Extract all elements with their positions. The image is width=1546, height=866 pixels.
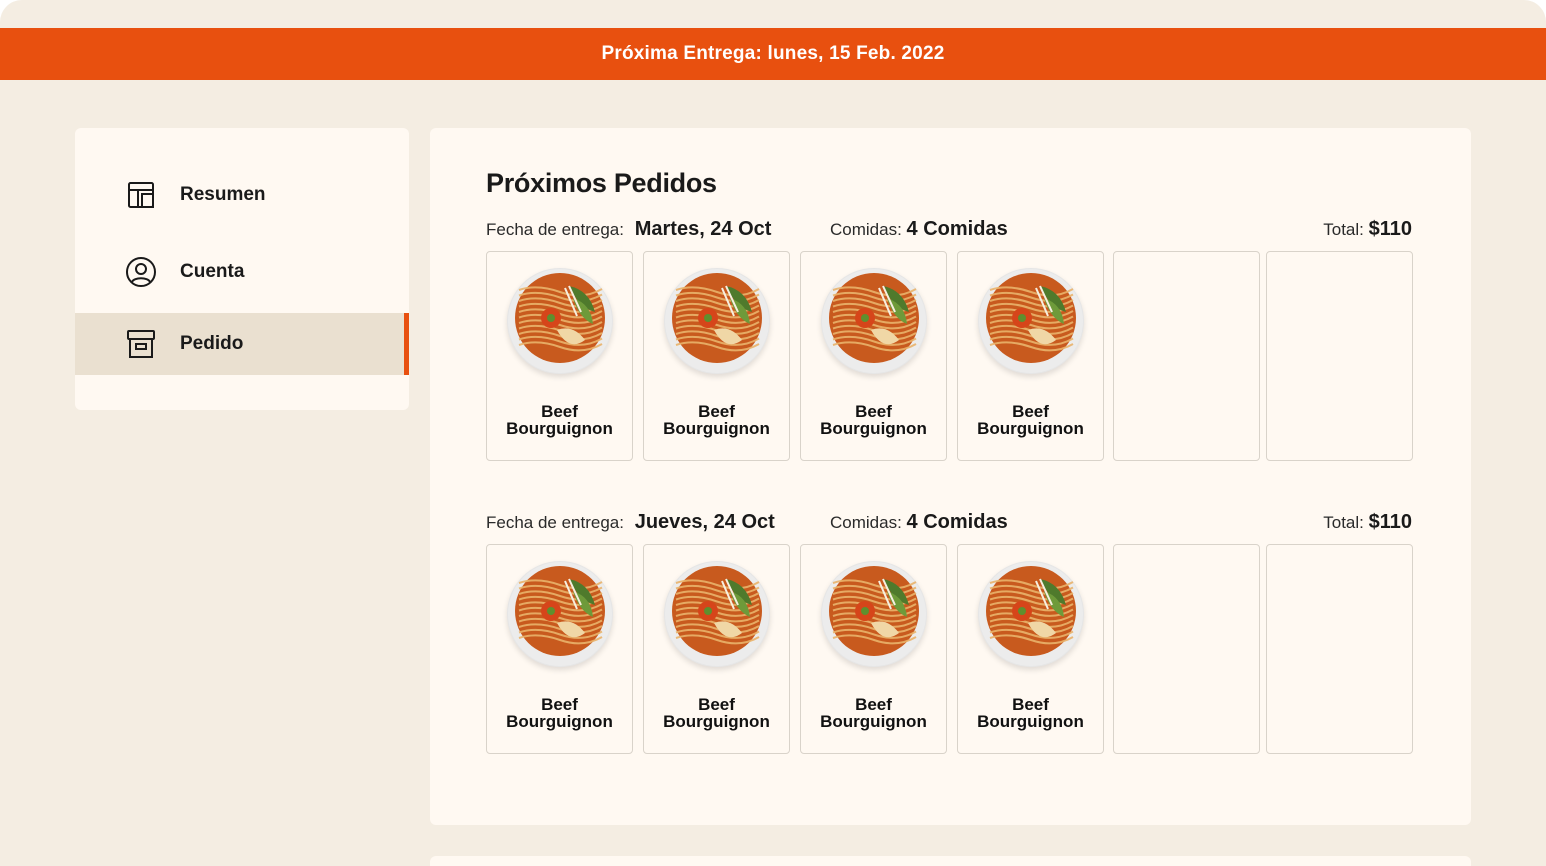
meal-card[interactable]: Beef Bourguignon <box>643 544 790 754</box>
meal-name: Beef Bourguignon <box>487 403 632 437</box>
meal-name: Beef Bourguignon <box>958 696 1103 730</box>
meal-name: Beef Bourguignon <box>644 696 789 730</box>
delivery-date: Fecha de entrega: Jueves, 24 Oct <box>486 511 775 534</box>
meal-name-line: Beef <box>698 402 735 421</box>
meal-cards: Beef Bourguignon Beef Bourguignon Beef B… <box>486 544 1413 754</box>
order-total: Total: $110 <box>1323 511 1412 534</box>
meal-name-line: Beef <box>855 695 892 714</box>
meal-image <box>821 268 927 374</box>
meals-label: Comidas: <box>830 513 902 532</box>
meals-value: 4 Comidas <box>906 511 1008 533</box>
total-label: Total: <box>1323 220 1364 239</box>
meal-image <box>821 561 927 667</box>
sidebar-item-label: Resumen <box>180 184 266 205</box>
sidebar-item-pedido[interactable]: Pedido <box>75 313 409 375</box>
upcoming-orders-panel: Próximos Pedidos Fecha de entrega: Marte… <box>430 128 1471 825</box>
order-section: Fecha de entrega: Martes, 24 Oct Comidas… <box>486 216 1413 461</box>
meal-card[interactable]: Beef Bourguignon <box>800 544 947 754</box>
app-frame: Próxima Entrega: lunes, 15 Feb. 2022 Res… <box>0 0 1546 866</box>
meal-card[interactable]: Beef Bourguignon <box>643 251 790 461</box>
meal-image <box>507 268 613 374</box>
meal-name: Beef Bourguignon <box>644 403 789 437</box>
meals-count: Comidas: 4 Comidas <box>830 511 1008 534</box>
delivery-date-label: Fecha de entrega: <box>486 220 624 239</box>
delivery-date-value: Martes, 24 Oct <box>634 218 772 240</box>
meal-name: Beef Bourguignon <box>801 696 946 730</box>
meal-name-line: Bourguignon <box>663 712 770 731</box>
meal-name-line: Bourguignon <box>506 419 613 438</box>
delivery-date-value: Jueves, 24 Oct <box>634 511 775 533</box>
total-value: $110 <box>1368 511 1412 533</box>
meals-count: Comidas: 4 Comidas <box>830 218 1008 241</box>
page-title: Próximos Pedidos <box>486 168 717 198</box>
empty-meal-slot[interactable] <box>1266 251 1413 461</box>
meal-card[interactable]: Beef Bourguignon <box>957 251 1104 461</box>
order-header: Fecha de entrega: Martes, 24 Oct Comidas… <box>486 216 1413 246</box>
next-delivery-banner: Próxima Entrega: lunes, 15 Feb. 2022 <box>0 28 1546 80</box>
meal-name-line: Beef <box>1012 695 1049 714</box>
meal-card[interactable]: Beef Bourguignon <box>486 544 633 754</box>
meal-card[interactable]: Beef Bourguignon <box>486 251 633 461</box>
meal-image <box>978 561 1084 667</box>
delivery-date-label: Fecha de entrega: <box>486 513 624 532</box>
meal-name-line: Beef <box>698 695 735 714</box>
meal-name-line: Beef <box>855 402 892 421</box>
meal-name-line: Beef <box>541 402 578 421</box>
meal-name-line: Bourguignon <box>506 712 613 731</box>
sidebar-item-cuenta[interactable]: Cuenta <box>75 241 409 303</box>
delivery-date: Fecha de entrega: Martes, 24 Oct <box>486 218 771 241</box>
meal-name-line: Bourguignon <box>663 419 770 438</box>
meal-image <box>664 561 770 667</box>
meal-name-line: Bourguignon <box>820 419 927 438</box>
total-value: $110 <box>1368 218 1412 240</box>
meal-card[interactable]: Beef Bourguignon <box>800 251 947 461</box>
sidebar-item-label: Cuenta <box>180 261 245 282</box>
empty-meal-slot[interactable] <box>1113 251 1260 461</box>
total-label: Total: <box>1323 513 1364 532</box>
meal-name-line: Bourguignon <box>977 712 1084 731</box>
meal-name: Beef Bourguignon <box>487 696 632 730</box>
meal-image <box>507 561 613 667</box>
meal-image <box>664 268 770 374</box>
sidebar: Resumen Cuenta Pedido <box>75 128 409 410</box>
sidebar-item-resumen[interactable]: Resumen <box>75 164 409 226</box>
order-header: Fecha de entrega: Jueves, 24 Oct Comidas… <box>486 509 1413 539</box>
meal-name-line: Bourguignon <box>820 712 927 731</box>
meal-card[interactable]: Beef Bourguignon <box>957 544 1104 754</box>
meals-label: Comidas: <box>830 220 902 239</box>
meal-name: Beef Bourguignon <box>958 403 1103 437</box>
next-panel-edge <box>430 856 1471 866</box>
user-circle-icon <box>125 256 157 288</box>
meal-cards: Beef Bourguignon Beef Bourguignon Beef B… <box>486 251 1413 461</box>
meal-name: Beef Bourguignon <box>801 403 946 437</box>
meal-name-line: Beef <box>541 695 578 714</box>
meal-name-line: Beef <box>1012 402 1049 421</box>
meal-name-line: Bourguignon <box>977 419 1084 438</box>
order-total: Total: $110 <box>1323 218 1412 241</box>
empty-meal-slot[interactable] <box>1266 544 1413 754</box>
meals-value: 4 Comidas <box>906 218 1008 240</box>
empty-meal-slot[interactable] <box>1113 544 1260 754</box>
archive-box-icon <box>125 328 157 360</box>
order-section: Fecha de entrega: Jueves, 24 Oct Comidas… <box>486 509 1413 754</box>
layout-icon <box>125 179 157 211</box>
next-delivery-text: Próxima Entrega: lunes, 15 Feb. 2022 <box>601 43 945 64</box>
sidebar-item-label: Pedido <box>180 333 244 354</box>
meal-image <box>978 268 1084 374</box>
